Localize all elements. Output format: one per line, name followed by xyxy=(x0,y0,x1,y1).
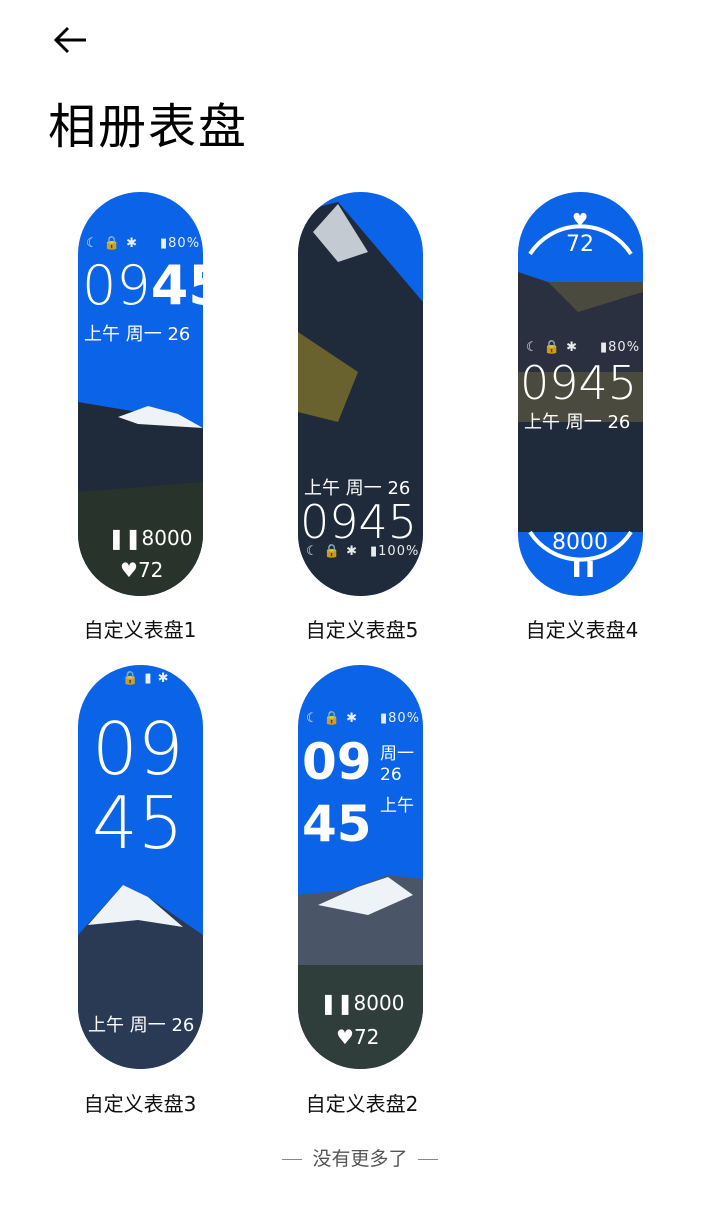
footprints-icon: ❚❚ xyxy=(570,558,597,577)
heart-rate-display: ♥72 xyxy=(120,558,164,582)
steps-display: ❚❚8000 xyxy=(320,991,405,1015)
status-icons: ☾ 🔒 ✱ xyxy=(526,340,578,355)
heart-icon: ♥ xyxy=(572,210,589,231)
date-label: 26 xyxy=(380,765,402,785)
date-line: 上午 周一 26 xyxy=(88,1015,195,1036)
date-line: 上午 周一 26 xyxy=(84,324,191,345)
minute-display: 45 xyxy=(302,795,372,853)
heart-rate-value: 72 xyxy=(566,232,594,257)
heart-icon: ♥ xyxy=(336,1025,354,1049)
time-display: 0945 xyxy=(520,356,638,410)
arrow-left-icon xyxy=(53,26,86,54)
minute-display: 45 xyxy=(92,781,184,865)
status-icons: ☾ 🔒 ✱ xyxy=(306,711,358,726)
battery-label: ▮80% xyxy=(380,711,421,726)
hour-display: 09 xyxy=(302,733,372,791)
face-caption-3: 自定义表盘3 xyxy=(83,1092,197,1116)
footprints-icon: ❚❚ xyxy=(108,526,142,550)
back-button[interactable] xyxy=(50,22,94,58)
time-display: 0945 xyxy=(300,495,418,549)
watch-face-card-2[interactable]: ☾ 🔒 ✱ ▮80% 09 45 周一 26 上午 ❚❚8000 ♥72 xyxy=(298,665,423,1069)
battery-label: ▮80% xyxy=(160,236,201,251)
watch-face-card-3[interactable]: 🔒 ▮ ✱ 09 45 上午 周一 26 xyxy=(78,665,203,1069)
divider xyxy=(417,1159,438,1160)
end-of-list: 没有更多了 xyxy=(0,1144,720,1171)
face-caption-1: 自定义表盘1 xyxy=(83,618,197,642)
status-icons: ☾ 🔒 ✱ xyxy=(86,236,138,251)
battery-label: ▮100% xyxy=(370,544,420,559)
date-line: 上午 周一 26 xyxy=(524,412,631,433)
divider xyxy=(282,1159,303,1160)
watch-face-card-4[interactable]: ♥ 72 ☾ 🔒 ✱ ▮80% 0945 上午 周一 26 8000 ❚❚ xyxy=(518,192,643,596)
end-of-list-text: 没有更多了 xyxy=(312,1148,408,1170)
heart-rate-display: ♥72 xyxy=(336,1025,380,1049)
status-icons: ☾ 🔒 ✱ xyxy=(306,544,358,559)
status-icons: 🔒 ▮ ✱ xyxy=(122,671,170,686)
ampm-label: 上午 xyxy=(380,796,414,816)
face-caption-2: 自定义表盘2 xyxy=(305,1092,419,1116)
weekday-label: 周一 xyxy=(380,744,414,764)
battery-label: ▮80% xyxy=(600,340,641,355)
page-title: 相册表盘 xyxy=(48,99,249,155)
heart-icon: ♥ xyxy=(120,558,138,582)
watch-face-card-5[interactable]: 上午 周一 26 0945 ☾ 🔒 ✱ ▮100% xyxy=(298,192,423,596)
time-display: 0945 xyxy=(82,254,203,317)
face-caption-4: 自定义表盘4 xyxy=(525,618,639,642)
face-caption-5: 自定义表盘5 xyxy=(305,618,419,642)
hour-display: 09 xyxy=(92,707,184,791)
steps-value: 8000 xyxy=(552,530,608,555)
steps-display: ❚❚8000 xyxy=(108,526,193,550)
footprints-icon: ❚❚ xyxy=(320,991,354,1015)
watch-face-card-1[interactable]: ☾ 🔒 ✱ ▮80% 0945 上午 周一 26 ❚❚8000 ♥72 xyxy=(78,192,203,596)
